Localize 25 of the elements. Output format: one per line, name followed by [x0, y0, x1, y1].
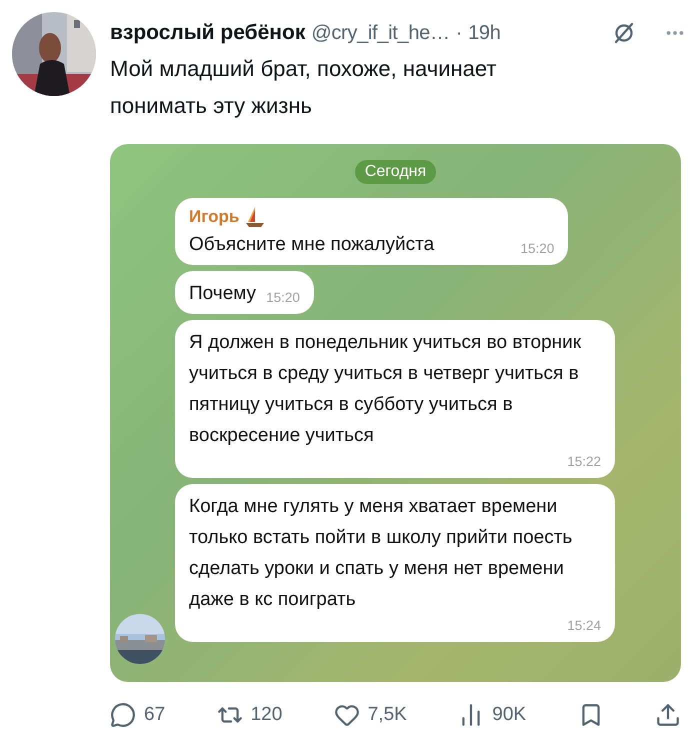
post-text: Мой младший брат, похоже, начинает понимать эту жизнь [110, 55, 498, 120]
sender-name: Игорь [189, 206, 240, 228]
display-name[interactable]: взрослый ребёнок [110, 21, 306, 45]
message-text: Я должен в понедельник учиться во вторник учиться в среду учиться в четверг учиться в пятницу учиться в субботу учиться в воскресение учиться [189, 331, 582, 448]
message-time: 15:22 [566, 453, 601, 471]
repost-button[interactable]: 120 [216, 702, 282, 728]
message-text: Когда мне гулять у меня хватает времени только встать пойти в школу прийти поесть сделать уроки и спать у меня нет времени даже в кс поиграть [189, 495, 574, 612]
share-icon [654, 702, 681, 728]
post-time[interactable]: 19h [468, 22, 501, 44]
speech-bubble-icon [110, 702, 136, 728]
sailboat-icon [245, 206, 266, 228]
share-button[interactable] [654, 702, 681, 728]
slashed-circle-icon[interactable] [612, 21, 636, 45]
reply-button[interactable]: 67 [110, 702, 166, 728]
message-time: 15:20 [520, 240, 554, 258]
message-time: 15:24 [566, 617, 601, 635]
date-chip: Сегодня [354, 160, 436, 184]
message-text: Объясните мне пожалуйста [189, 233, 434, 257]
user-handle[interactable]: @cry_if_it_he… [311, 22, 450, 44]
views-button[interactable]: 90K [458, 702, 526, 728]
separator-dot: · [456, 22, 462, 44]
heart-icon [334, 702, 360, 728]
like-button[interactable]: 7,5K [334, 702, 407, 728]
message-time: 15:20 [265, 289, 300, 307]
message-text: Почему [189, 282, 256, 306]
